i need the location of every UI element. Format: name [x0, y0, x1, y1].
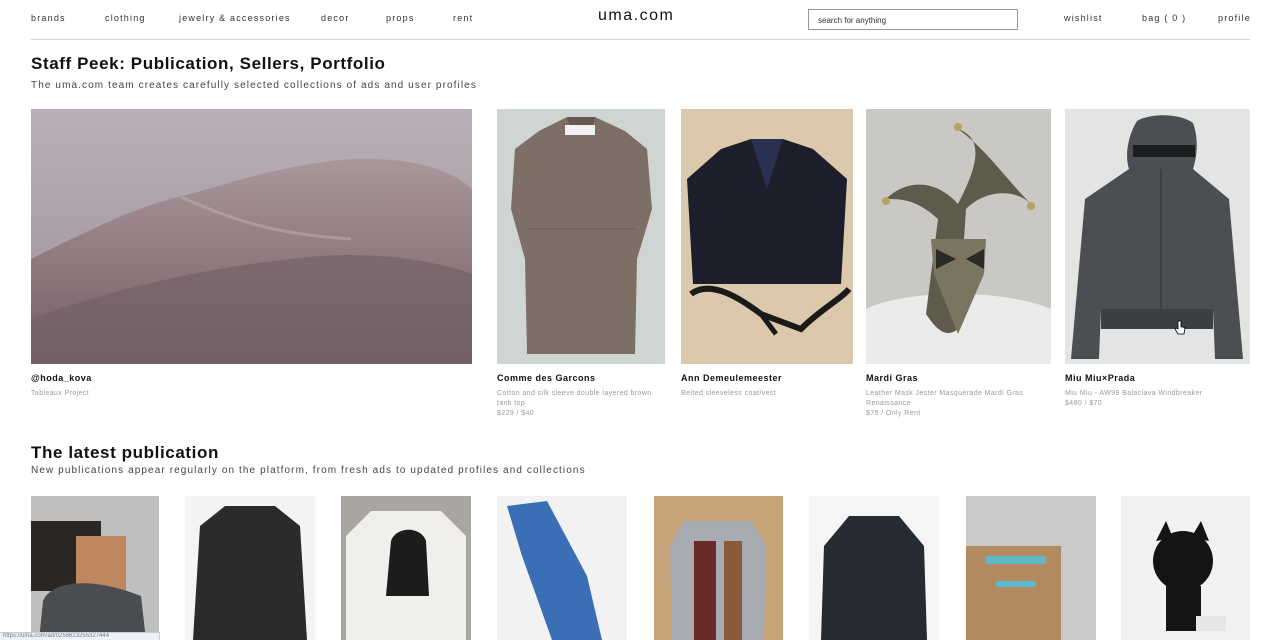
- staff-peek-heading: Staff Peek: Publication, Sellers, Portfo…: [31, 54, 386, 73]
- card-description: Leather Mask Jester Masquerade Mardi Gra…: [866, 390, 1024, 407]
- latest-item-image[interactable]: [497, 496, 627, 640]
- latest-subtitle: New publications appear regularly on the…: [31, 465, 586, 476]
- search-input[interactable]: [809, 11, 1017, 30]
- staff-card[interactable]: Comme des Garcons Cotton and silk sleeve…: [497, 109, 665, 417]
- card-description: Miu Miu - AW99 Balaclava Windbreaker: [1065, 390, 1203, 397]
- latest-item-image[interactable]: [966, 496, 1096, 640]
- card-image[interactable]: [866, 109, 1051, 364]
- card-title[interactable]: Miu Miu×Prada: [1065, 373, 1250, 383]
- nav-props[interactable]: props: [386, 13, 415, 23]
- card-description: Cotton and silk sleeve double layered br…: [497, 390, 652, 407]
- search-box: [808, 9, 1018, 30]
- card-image[interactable]: [1065, 109, 1250, 364]
- card-title[interactable]: Ann Demeulemeester: [681, 373, 853, 383]
- nav-clothing[interactable]: clothing: [105, 13, 146, 23]
- card-description: Belted sleeveless coat/vest: [681, 390, 777, 397]
- nav-profile[interactable]: profile: [1218, 13, 1251, 23]
- staff-card[interactable]: Ann Demeulemeester Belted sleeveless coa…: [681, 109, 853, 399]
- header-divider: [31, 39, 1250, 40]
- nav-rent[interactable]: rent: [453, 13, 473, 23]
- top-navigation: brands clothing jewelry & accessories de…: [0, 0, 1280, 40]
- staff-peek-subtitle: The uma.com team creates carefully selec…: [31, 80, 477, 91]
- nav-brands[interactable]: brands: [31, 13, 66, 23]
- card-price: $229 / $40: [497, 410, 535, 417]
- card-price: $480 / $70: [1065, 400, 1103, 407]
- card-title[interactable]: @hoda_kova: [31, 373, 472, 383]
- browser-status-bar: https://uma.com/ad/0258623255327444: [0, 632, 160, 640]
- nav-jewelry-accessories[interactable]: jewelry & accessories: [179, 13, 291, 23]
- card-image[interactable]: [31, 109, 472, 364]
- latest-item-image[interactable]: [31, 496, 159, 640]
- staff-card[interactable]: @hoda_kova Tableaux Project: [31, 109, 472, 399]
- latest-item-image[interactable]: [654, 496, 783, 640]
- latest-item-image[interactable]: [341, 496, 471, 640]
- nav-bag[interactable]: bag ( 0 ): [1142, 13, 1186, 23]
- card-title[interactable]: Mardi Gras: [866, 373, 1051, 383]
- site-logo[interactable]: uma.com: [598, 7, 674, 25]
- staff-card[interactable]: Mardi Gras Leather Mask Jester Masquerad…: [866, 109, 1051, 417]
- latest-heading: The latest publication: [31, 443, 219, 462]
- nav-decor[interactable]: decor: [321, 13, 350, 23]
- latest-item-image[interactable]: [185, 496, 315, 640]
- latest-item-image[interactable]: [809, 496, 939, 640]
- hand-cursor-icon: [1174, 320, 1186, 335]
- card-price: $75 / Only Rent: [866, 410, 921, 417]
- card-image[interactable]: [497, 109, 665, 364]
- card-image[interactable]: [681, 109, 853, 364]
- latest-item-image[interactable]: [1121, 496, 1250, 640]
- nav-wishlist[interactable]: wishlist: [1064, 13, 1103, 23]
- card-description: Tableaux Project: [31, 390, 90, 397]
- staff-card[interactable]: Miu Miu×Prada Miu Miu - AW99 Balaclava W…: [1065, 109, 1250, 407]
- card-title[interactable]: Comme des Garcons: [497, 373, 665, 383]
